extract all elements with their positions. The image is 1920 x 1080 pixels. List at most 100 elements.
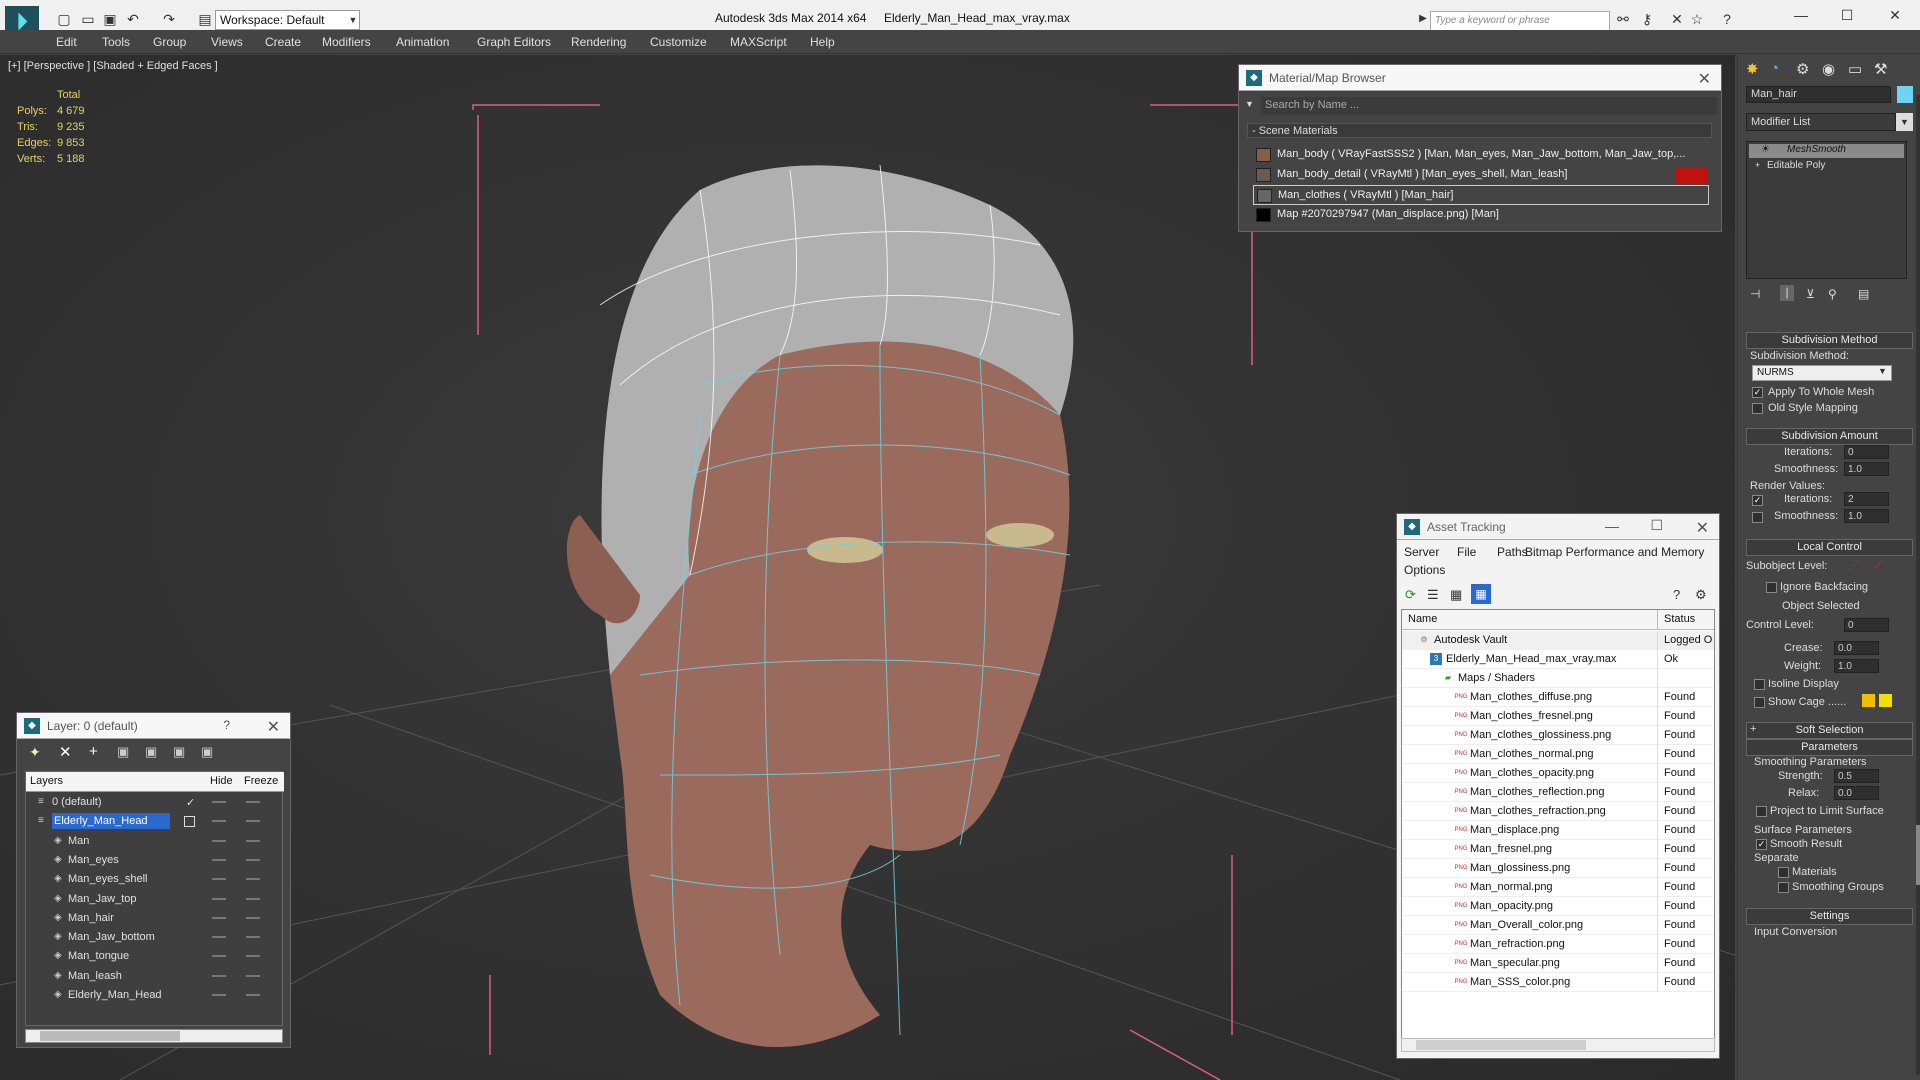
remove-modifier-icon[interactable]: ⚲ — [1828, 287, 1837, 301]
asset-tracking-titlebar[interactable]: ◆ Asset Tracking — ☐ ✕ — [1397, 514, 1719, 540]
minimize-icon[interactable]: — — [1792, 6, 1810, 24]
scene-materials-section[interactable]: - Scene Materials — [1247, 123, 1712, 138]
column-status[interactable]: Status — [1664, 613, 1695, 625]
layer-explorer-titlebar[interactable]: ◆ Layer: 0 (default) ? ✕ — [17, 713, 290, 739]
freeze-toggle[interactable] — [246, 955, 260, 958]
refresh-icon[interactable]: ⟳ — [1405, 587, 1416, 603]
column-name[interactable]: Name — [1408, 613, 1437, 625]
exchange-icon[interactable]: ✕ — [1668, 10, 1686, 28]
layer-row[interactable]: ◈ Man_eyes_shell — [26, 870, 284, 889]
project-folder-icon[interactable]: ▤ — [196, 10, 214, 28]
subdivision-method-dropdown[interactable]: NURMS — [1752, 365, 1892, 381]
material-row[interactable]: Man_body ( VRayFastSSS2 ) [Man, Man_eyes… — [1253, 145, 1709, 165]
cage-selection-color-swatch[interactable] — [1879, 694, 1892, 707]
menu-server[interactable]: Server — [1404, 545, 1439, 559]
cage-color-swatch[interactable] — [1862, 694, 1875, 707]
maximize-icon[interactable]: ☐ — [1838, 6, 1856, 24]
layer-row[interactable]: ◈ Elderly_Man_Head — [26, 986, 284, 1005]
asset-row[interactable]: PNG Man_displace.png Found — [1402, 821, 1714, 840]
object-color-swatch[interactable] — [1897, 86, 1913, 103]
freeze-toggle[interactable] — [246, 994, 260, 996]
hide-toggle[interactable] — [212, 820, 226, 823]
hide-toggle[interactable] — [212, 839, 226, 842]
menu-graph-editors[interactable]: Graph Editors — [477, 35, 551, 49]
help-icon[interactable]: ? — [1673, 587, 1680, 602]
freeze-all-icon[interactable]: ▣ — [201, 744, 213, 760]
menu-options[interactable]: Options — [1404, 563, 1445, 577]
hide-toggle[interactable] — [212, 994, 226, 996]
freeze-toggle[interactable] — [246, 897, 260, 900]
keyword-search-input[interactable]: Type a keyword or phrase — [1430, 11, 1610, 31]
help-icon[interactable]: ? — [223, 718, 230, 732]
set-current-layer-box[interactable] — [184, 816, 195, 828]
thumbnail-view-icon[interactable]: ▦ — [1450, 587, 1462, 603]
key-icon[interactable]: ⚷ — [1638, 10, 1656, 28]
project-limit-checkbox[interactable] — [1756, 806, 1767, 817]
asset-row[interactable]: PNG Man_clothes_diffuse.png Found — [1402, 688, 1714, 707]
utilities-tab-icon[interactable]: ⚒ — [1874, 60, 1887, 78]
material-row[interactable]: Map #2070297947 (Man_displace.png) [Man] — [1253, 205, 1709, 225]
asset-row[interactable]: PNG Man_opacity.png Found — [1402, 897, 1714, 916]
relax-spinner[interactable]: 0.0 — [1834, 786, 1879, 800]
hide-toggle[interactable] — [212, 916, 226, 919]
asset-row[interactable]: PNG Man_clothes_opacity.png Found — [1402, 764, 1714, 783]
rollout-settings[interactable]: Settings — [1746, 908, 1913, 925]
crease-spinner[interactable]: 0.0 — [1834, 641, 1879, 655]
expand-icon[interactable]: + — [1755, 160, 1760, 170]
smoothness-spinner[interactable]: 1.0 — [1844, 462, 1889, 476]
expand-icon[interactable]: + — [1750, 723, 1756, 735]
create-tab-icon[interactable]: ✸ — [1746, 60, 1759, 78]
rollout-soft-selection[interactable]: Soft Selection — [1746, 722, 1913, 739]
menu-group[interactable]: Group — [153, 35, 186, 49]
hide-toggle[interactable] — [212, 936, 226, 939]
scrollbar-thumb[interactable] — [1416, 1040, 1586, 1050]
hide-toggle[interactable] — [212, 801, 226, 803]
binoculars-icon[interactable]: ⚯ — [1614, 10, 1632, 28]
table-view-icon[interactable]: ▦ — [1471, 584, 1491, 604]
menu-maxscript[interactable]: MAXScript — [730, 35, 787, 49]
open-file-icon[interactable]: ▭ — [79, 10, 97, 28]
asset-row[interactable]: PNG Man_refraction.png Found — [1402, 935, 1714, 954]
column-freeze[interactable]: Freeze — [244, 775, 278, 787]
render-smoothness-spinner[interactable]: 1.0 — [1844, 509, 1889, 523]
select-objects-icon[interactable]: ▣ — [117, 744, 129, 760]
scrollbar-thumb[interactable] — [1916, 825, 1920, 885]
help-icon[interactable]: ? — [1718, 10, 1736, 28]
iterations-spinner[interactable]: 0 — [1844, 445, 1889, 459]
freeze-toggle[interactable] — [246, 974, 260, 977]
undo-icon[interactable]: ↶ — [124, 10, 142, 28]
asset-row[interactable]: PNG Man_glossiness.png Found — [1402, 859, 1714, 878]
freeze-toggle[interactable] — [246, 820, 260, 823]
render-smoothness-checkbox[interactable] — [1752, 512, 1763, 523]
workspace-dropdown[interactable]: Workspace: Default — [215, 10, 360, 30]
show-end-result-icon[interactable]: | — [1780, 285, 1794, 301]
save-icon[interactable]: ▣ — [101, 10, 119, 28]
material-search-input[interactable]: Search by Name ... — [1261, 97, 1717, 115]
smoothing-groups-checkbox[interactable] — [1778, 882, 1789, 893]
asset-row[interactable]: PNG Man_SSS_color.png Found — [1402, 973, 1714, 992]
asset-list[interactable]: Name Status ⚙ Autodesk Vault Logged O 3 Elde… — [1401, 609, 1715, 1039]
asset-row[interactable]: PNG Man_clothes_normal.png Found — [1402, 745, 1714, 764]
material-browser-titlebar[interactable]: ◆ Material/Map Browser ✕ — [1239, 65, 1721, 91]
freeze-toggle[interactable] — [246, 936, 260, 939]
close-icon[interactable]: ✕ — [267, 717, 280, 737]
ignore-backfacing-checkbox[interactable] — [1766, 582, 1777, 593]
hide-toggle[interactable] — [212, 897, 226, 900]
configure-modifier-sets-icon[interactable]: ▤ — [1858, 287, 1869, 301]
make-unique-icon[interactable]: ⊻ — [1806, 287, 1815, 301]
current-layer-check-icon[interactable]: ✓ — [186, 796, 195, 809]
asset-row[interactable]: PNG Man_clothes_refraction.png Found — [1402, 802, 1714, 821]
layer-row[interactable]: ◈ Man_eyes — [26, 851, 284, 870]
modifier-stack[interactable]: MeshSmooth ☀ Editable Poly + — [1746, 141, 1907, 279]
menu-views[interactable]: Views — [211, 35, 243, 49]
rollout-subdivision-method[interactable]: Subdivision Method — [1746, 332, 1913, 349]
new-layer-icon[interactable]: ✦ — [29, 744, 41, 761]
freeze-toggle[interactable] — [246, 878, 260, 881]
chevron-down-icon[interactable]: ▼ — [345, 10, 361, 30]
scrollbar-thumb[interactable] — [40, 1031, 180, 1041]
menu-file[interactable]: File — [1457, 545, 1476, 559]
layer-row[interactable]: ◈ Man — [26, 832, 284, 851]
freeze-toggle[interactable] — [246, 839, 260, 842]
freeze-toggle[interactable] — [246, 801, 260, 803]
asset-row[interactable]: ⚙ Autodesk Vault Logged O — [1402, 631, 1714, 650]
